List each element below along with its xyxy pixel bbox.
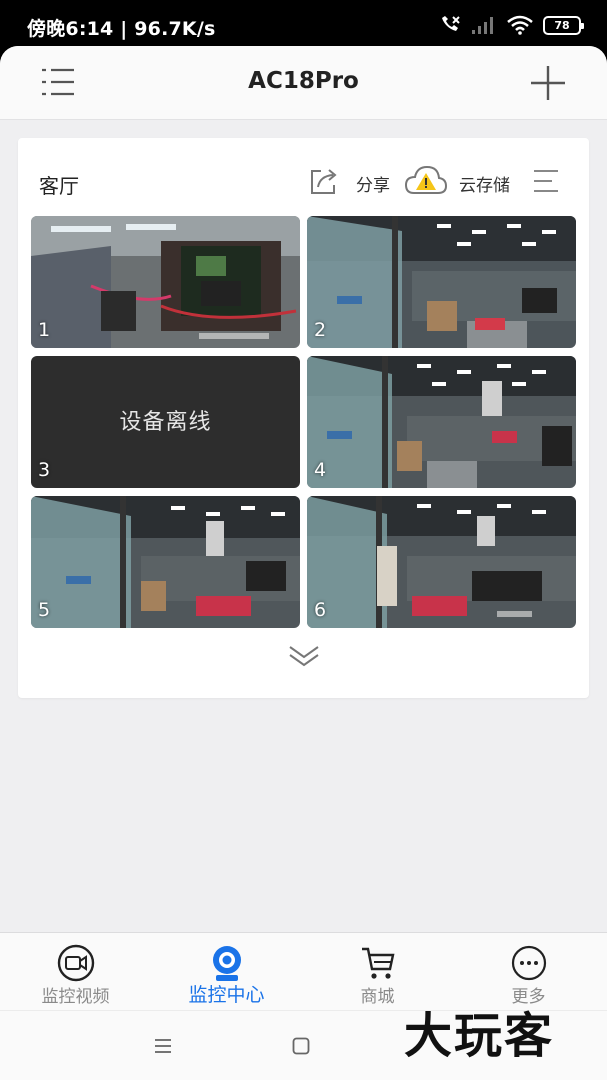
more-dots-icon <box>511 945 546 981</box>
cart-icon <box>361 947 394 979</box>
tab-monitor-center[interactable]: 监控中心 <box>151 933 302 1011</box>
tab-label: 监控视频 <box>41 987 110 1007</box>
app-screen: AC18Pro 客厅 分享 云存储 1 2 设备离线 3 4 5 6 监控视频 … <box>0 46 607 1080</box>
watermark: 大玩客 <box>404 1008 555 1064</box>
video-camera-icon <box>57 944 94 982</box>
chevron-down-icon[interactable] <box>288 644 320 668</box>
camera-group-card: 客厅 分享 云存储 1 2 设备离线 3 4 5 6 <box>18 138 589 698</box>
camera-number: 4 <box>314 459 327 481</box>
status-bar: 傍晚6:14 | 96.7K/s 78 <box>0 0 607 46</box>
camera-number: 6 <box>314 599 327 621</box>
camera-number: 3 <box>38 459 51 481</box>
camera-tile-4[interactable]: 4 <box>307 356 576 488</box>
status-time-speed: 傍晚6:14 | 96.7K/s <box>27 18 216 40</box>
share-button[interactable]: 分享 <box>356 171 390 196</box>
cloud-storage-button[interactable]: 云存储 <box>459 171 510 196</box>
list-icon[interactable] <box>532 167 560 195</box>
camera-feed-image <box>307 496 576 628</box>
cloud-warning-icon[interactable] <box>404 163 448 197</box>
camera-number: 2 <box>314 319 327 341</box>
signal-icon <box>472 17 493 34</box>
camera-tile-1[interactable]: 1 <box>31 216 300 348</box>
share-icon[interactable] <box>308 166 340 196</box>
camera-tile-2[interactable]: 2 <box>307 216 576 348</box>
device-offline-text: 设备离线 <box>119 410 212 435</box>
webcam-icon <box>212 946 241 981</box>
camera-tile-6[interactable]: 6 <box>307 496 576 628</box>
camera-feed-image <box>31 496 300 628</box>
home-icon[interactable] <box>292 1037 310 1055</box>
group-title: 客厅 <box>39 174 79 198</box>
tab-monitor-video[interactable]: 监控视频 <box>0 933 151 1011</box>
camera-tile-3[interactable]: 设备离线 3 <box>31 356 300 488</box>
camera-number: 1 <box>38 319 51 341</box>
battery-icon: 78 <box>543 15 584 35</box>
camera-tile-5[interactable]: 5 <box>31 496 300 628</box>
wifi-icon <box>507 15 533 35</box>
page-title: AC18Pro <box>248 68 359 94</box>
plus-icon[interactable] <box>529 64 567 102</box>
app-header: AC18Pro <box>0 46 607 120</box>
camera-feed-image <box>307 356 576 488</box>
recent-apps-icon[interactable] <box>154 1037 172 1055</box>
camera-number: 5 <box>38 599 51 621</box>
tab-label: 监控中心 <box>188 984 265 1006</box>
camera-feed-image <box>307 216 576 348</box>
camera-feed-image <box>31 216 300 348</box>
status-icons: 78 <box>439 14 584 36</box>
call-missed-icon <box>442 16 460 31</box>
